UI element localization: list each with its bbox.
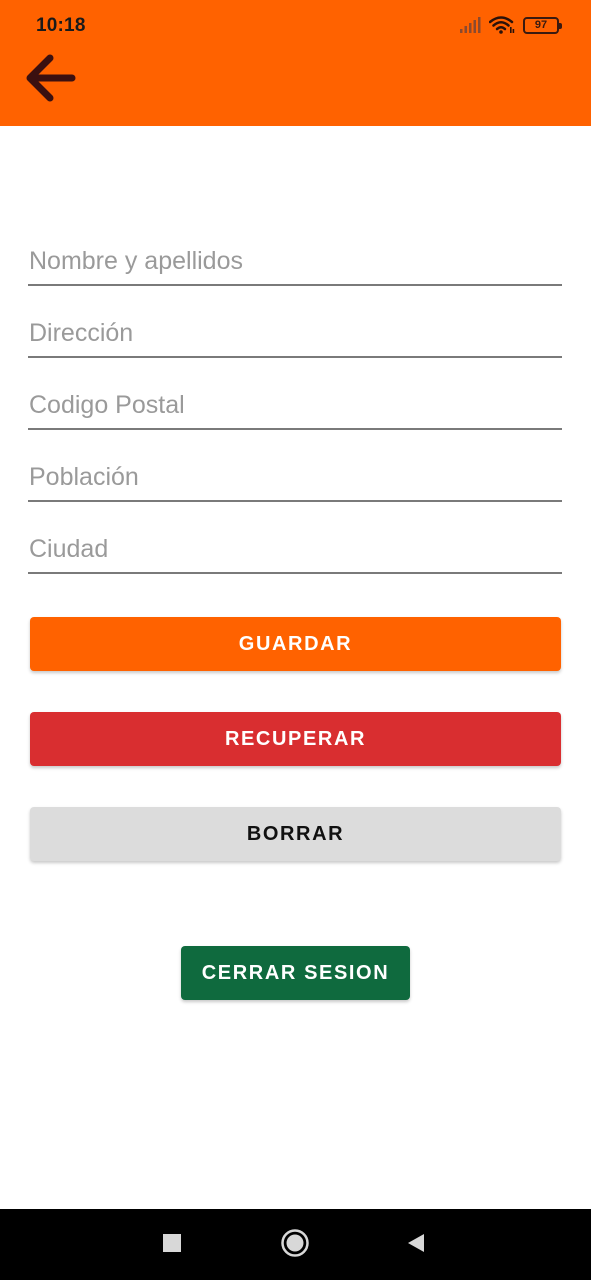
back-icon — [405, 1232, 427, 1259]
field-direccion — [28, 302, 562, 374]
field-poblacion — [28, 446, 562, 518]
field-underline — [28, 500, 562, 502]
system-back-button[interactable] — [396, 1227, 436, 1263]
signal-icon — [459, 17, 481, 33]
status-time: 10:18 — [36, 15, 86, 36]
poblacion-input[interactable] — [28, 454, 562, 500]
borrar-button[interactable]: BORRAR — [30, 807, 561, 861]
field-underline — [28, 356, 562, 358]
home-button[interactable] — [275, 1227, 315, 1263]
system-navigation-bar — [0, 1209, 591, 1280]
home-icon — [280, 1228, 310, 1263]
battery-level: 97 — [534, 18, 548, 31]
field-underline — [28, 284, 562, 286]
wifi-icon — [489, 16, 515, 34]
status-icons: 97 — [459, 16, 562, 34]
ciudad-input[interactable] — [28, 526, 562, 572]
recents-icon — [162, 1233, 182, 1258]
status-bar: 10:18 97 — [0, 0, 591, 50]
field-codigo-postal — [28, 374, 562, 446]
direccion-input[interactable] — [28, 310, 562, 356]
nombre-input[interactable] — [28, 238, 562, 284]
screen: 10:18 97 Nombre y apellidos Dirección Co… — [0, 0, 591, 1280]
app-bar: 10:18 97 — [0, 0, 591, 126]
field-nombre — [28, 230, 562, 302]
address-form — [28, 230, 562, 590]
field-underline — [28, 572, 562, 574]
field-underline — [28, 428, 562, 430]
guardar-button[interactable]: GUARDAR — [30, 617, 561, 671]
codigo-postal-input[interactable] — [28, 382, 562, 428]
arrow-left-icon — [22, 52, 78, 109]
cerrar-sesion-button[interactable]: CERRAR SESION — [181, 946, 410, 1000]
field-ciudad — [28, 518, 562, 590]
battery-icon: 97 — [523, 16, 562, 34]
back-button[interactable] — [18, 50, 82, 110]
recents-button[interactable] — [152, 1227, 192, 1263]
recuperar-button[interactable]: RECUPERAR — [30, 712, 561, 766]
